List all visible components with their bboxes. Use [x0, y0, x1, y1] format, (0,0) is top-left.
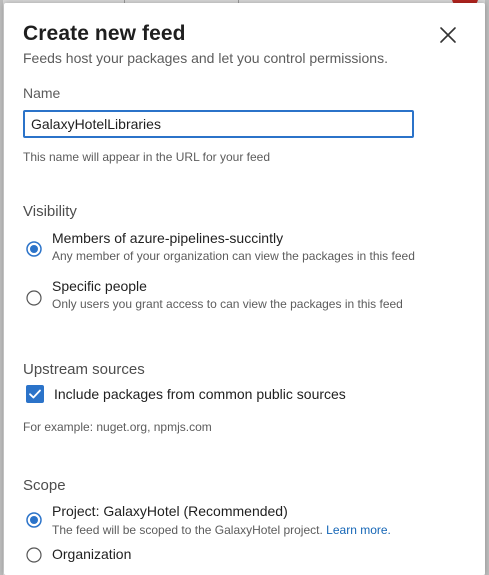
- scope-organization-radio[interactable]: [26, 547, 42, 563]
- scope-organization-title[interactable]: Organization: [52, 546, 131, 562]
- visibility-members-title[interactable]: Members of azure-pipelines-succintly: [52, 230, 283, 246]
- upstream-checkbox[interactable]: [26, 385, 44, 403]
- scope-project-title[interactable]: Project: GalaxyHotel (Recommended): [52, 503, 288, 519]
- backdrop-edge-left: [0, 0, 3, 575]
- feed-name-input[interactable]: [23, 110, 414, 138]
- visibility-specific-title[interactable]: Specific people: [52, 278, 147, 294]
- upstream-checkbox-label[interactable]: Include packages from common public sour…: [54, 386, 346, 402]
- visibility-members-radio[interactable]: [26, 241, 42, 257]
- dialog-subtitle: Feeds host your packages and let you con…: [23, 50, 388, 66]
- upstream-example-text: For example: nuget.org, npmjs.com: [23, 420, 212, 434]
- scope-project-radio[interactable]: [26, 512, 42, 528]
- scope-heading: Scope: [23, 477, 66, 494]
- close-icon: [440, 27, 456, 43]
- create-feed-dialog: Create new feed Feeds host your packages…: [4, 3, 485, 575]
- visibility-members-description: Any member of your organization can view…: [52, 249, 415, 263]
- dialog-title: Create new feed: [23, 22, 186, 45]
- scope-project-description-text: The feed will be scoped to the GalaxyHot…: [52, 523, 323, 537]
- name-label: Name: [23, 85, 61, 101]
- learn-more-link[interactable]: Learn more.: [326, 523, 391, 537]
- close-button[interactable]: [436, 23, 460, 47]
- upstream-heading: Upstream sources: [23, 361, 145, 378]
- backdrop-edge-right: [485, 0, 489, 575]
- name-helper-text: This name will appear in the URL for you…: [23, 150, 271, 164]
- visibility-specific-description: Only users you grant access to can view …: [52, 297, 403, 311]
- scope-project-description: The feed will be scoped to the GalaxyHot…: [52, 523, 391, 537]
- visibility-specific-radio[interactable]: [26, 290, 42, 306]
- checkmark-icon: [29, 389, 41, 399]
- visibility-heading: Visibility: [23, 203, 77, 220]
